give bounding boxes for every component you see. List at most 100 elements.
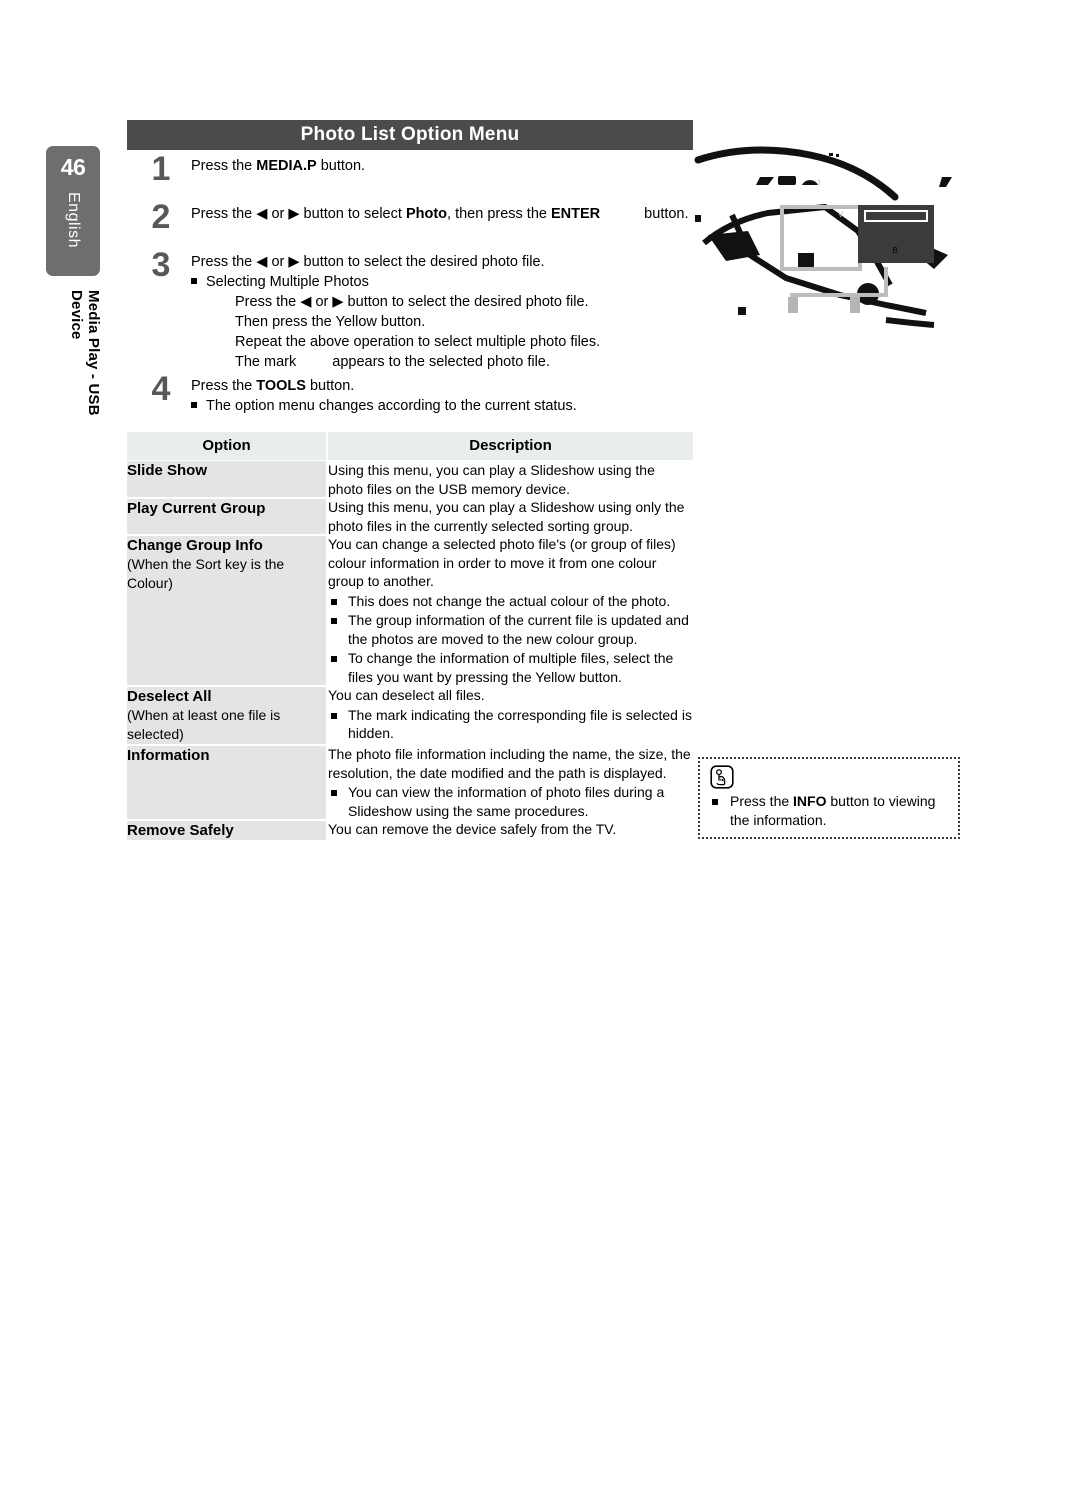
description-paragraph: The photo file information including the… [328,746,691,781]
step-text: Selecting Multiple Photos [206,274,369,290]
step-number: 2 [151,198,171,236]
info-note-text: Press the INFO button to viewing the inf… [710,792,950,829]
description-paragraph: You can change a selected photo file's (… [328,536,676,589]
step-text: Press the ◀ or ▶ button to select the de… [191,254,545,270]
press-button-hand-icon [710,765,734,789]
step-text: button. [640,206,689,222]
page-title: Photo List Option Menu [300,124,520,145]
step-body: Press the TOOLS button. The option menu c… [191,372,697,416]
step-body: Press the ◀ or ▶ button to select the de… [191,248,697,372]
step-line: Press the ◀ or ▶ button to select Photo,… [191,204,697,224]
description-paragraph: Using this menu, you can play a Slidesho… [328,499,685,534]
step-keyword: ENTER [551,206,601,222]
page-language: English [46,192,100,272]
step-line: The option menu changes according to the… [191,396,697,416]
table-row: Information The photo file information in… [127,745,693,821]
option-name-cell: Remove Safely [127,820,328,842]
bullet-square-icon [191,278,197,284]
options-table-body: Slide Show Using this menu, you can play … [127,460,693,842]
step-1: 1 Press the MEDIA.P button. [127,152,697,186]
description-bullet: This does not change the actual colour o… [328,592,693,611]
step-keyword: Photo [405,206,448,222]
step-keyword: TOOLS [256,378,306,394]
option-name-cell: Slide Show [127,460,328,499]
description-bullet: To change the information of multiple fi… [328,649,693,686]
option-name-cell: Play Current Group [127,498,328,536]
options-table: Option Description Slide Show Using this … [127,432,693,842]
table-row: Slide Show Using this menu, you can play … [127,460,693,499]
option-description-cell: Using this menu, you can play a Slidesho… [327,498,693,535]
option-description-cell: You can change a selected photo file's (… [327,535,693,686]
remote-control-illustration: B V I [690,135,980,335]
table-row: Change Group Info (When the Sort key is t… [127,535,693,687]
table-header-row: Option Description [127,432,693,461]
option-name: Play Current Group [127,500,266,517]
steps-list: 1 Press the MEDIA.P button. 2 Press the ◀ o… [127,152,697,432]
step-line: Press the TOOLS button. [191,376,697,396]
step-text: Then press the Yellow button. [235,314,426,330]
step-line: Repeat the above operation to select mul… [235,332,697,352]
step-keyword: MEDIA.P [256,158,317,174]
svg-text:B: B [892,246,897,255]
step-line: Press the ◀ or ▶ button to select the de… [235,292,697,312]
info-note-button-name: INFO [793,793,827,809]
page-number: 46 [60,154,86,180]
info-note-text-before: Press the [730,793,794,809]
option-condition: (When at least one file is selected) [127,707,281,742]
step-text: appears to the selected photo file. [332,354,550,370]
svg-text:V: V [838,210,844,219]
step-line: Then press the Yellow button. [235,312,697,332]
bullet-square-icon [191,402,197,408]
step-number: 1 [151,150,171,188]
info-note-box: Press the INFO button to viewing the inf… [698,757,960,839]
option-name: Change Group Info [127,537,263,554]
step-3: 3 Press the ◀ or ▶ button to select the d… [127,248,697,372]
step-text: button. [305,378,355,394]
description-bullet-list: The mark indicating the corresponding fi… [328,706,693,743]
option-condition: (When the Sort key is the Colour) [127,556,285,591]
step-text: Press the ◀ or ▶ button to select [191,206,406,222]
remote-control-illustration-svg: B V I [694,146,952,328]
step-text: Press the [191,378,257,394]
table-row: Deselect All (When at least one file is s… [127,686,693,746]
step-2: 2 Press the ◀ or ▶ button to select Photo… [127,200,697,234]
step-text: The option menu changes according to the… [206,398,577,414]
svg-text:I: I [818,178,820,187]
step-4: 4 Press the TOOLS button. The option menu … [127,372,697,416]
option-name: Information [127,747,210,764]
option-description-cell: You can deselect all files. The mark indi… [327,686,693,745]
option-description-cell: You can remove the device safely from th… [327,820,693,841]
step-line: Press the MEDIA.P button. [191,156,697,176]
step-text: The mark [235,354,297,370]
step-text: Press the ◀ or ▶ button to select the de… [235,294,589,310]
description-bullet: The mark indicating the corresponding fi… [328,706,693,743]
step-line: Selecting Multiple Photos [191,272,697,292]
step-body: Press the ◀ or ▶ button to select Photo,… [191,200,697,224]
page-side-tab: 46 English [46,146,100,276]
column-header-description: Description [326,432,693,461]
option-name: Slide Show [127,462,208,479]
description-paragraph: You can remove the device safely from th… [328,821,617,837]
option-description-cell: Using this menu, you can play a Slidesho… [327,460,693,498]
step-text: Press the [191,158,257,174]
option-description-cell: The photo file information including the… [327,745,693,820]
step-line: Press the ◀ or ▶ button to select the de… [191,252,697,272]
column-header-option: Option [127,432,327,461]
description-bullet: The group information of the current fil… [328,611,693,648]
option-name-cell: Information [127,745,328,821]
chapter-label: Media Play - USB Device [68,290,102,460]
step-number: 4 [151,370,171,408]
section-header-bar: Photo List Option Menu [127,120,693,150]
step-text: , then press the [447,206,551,222]
option-name: Remove Safely [127,822,234,839]
step-line: The mark appears to the selected photo fi… [235,352,697,372]
description-bullet-list: This does not change the actual colour o… [328,592,693,687]
option-name-cell: Change Group Info (When the Sort key is t… [127,535,328,687]
description-bullet-list: You can view the information of photo fi… [328,783,693,820]
chapter-label-text: Media Play - USB Device [68,290,102,416]
table-row: Remove Safely You can remove the device s… [127,820,693,842]
step-text: button. [316,158,366,174]
step-number: 3 [151,246,171,284]
table-row: Play Current Group Using this menu, you c… [127,498,693,536]
description-paragraph: You can deselect all files. [328,687,485,703]
